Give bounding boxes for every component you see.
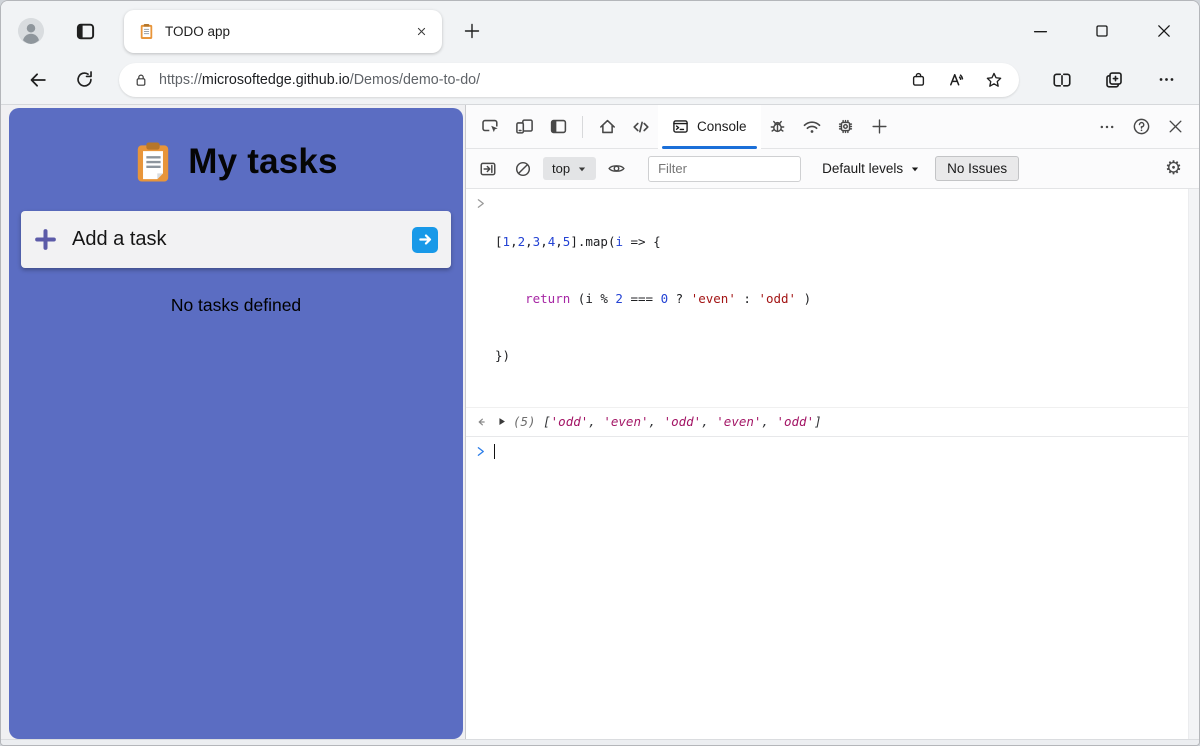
plus-icon	[34, 228, 57, 251]
navigation-bar: https://microsoftedge.github.io/Demos/de…	[1, 61, 1199, 105]
tab-close-icon[interactable]	[410, 20, 432, 42]
split-screen-icon[interactable]	[1043, 64, 1081, 96]
command-code: [1,2,3,4,5].map(i => { return (i % 2 ===…	[495, 194, 811, 403]
tab-favicon-clipboard-icon	[138, 23, 155, 40]
result-return-arrow-icon	[475, 416, 487, 428]
console-result-entry: (5) ['odd', 'even', 'odd', 'even', 'odd'…	[466, 408, 1199, 437]
console-sidebar-icon[interactable]	[473, 154, 503, 184]
expand-triangle-icon[interactable]	[496, 416, 507, 427]
issues-label: No Issues	[947, 161, 1007, 176]
refresh-icon[interactable]	[69, 65, 99, 95]
prompt-chevron-icon	[475, 445, 487, 458]
empty-tasks-message: No tasks defined	[9, 295, 463, 316]
text-cursor	[494, 444, 495, 459]
lock-icon	[133, 72, 149, 88]
console-prompt[interactable]	[466, 437, 1199, 463]
tab-performance-chip-icon[interactable]	[829, 110, 863, 144]
page-title: My tasks	[188, 142, 337, 182]
close-window-button[interactable]	[1149, 16, 1179, 46]
window-controls	[993, 16, 1199, 46]
devtools-panel: Console	[465, 105, 1199, 739]
window-bottom-frame	[1, 739, 1199, 745]
filter-input[interactable]	[648, 156, 801, 182]
address-bar[interactable]: https://microsoftedge.github.io/Demos/de…	[119, 63, 1019, 97]
devtools-more-menu-icon[interactable]	[1090, 110, 1124, 144]
console-settings-gear-icon[interactable]: ⚙	[1155, 155, 1192, 182]
maximize-button[interactable]	[1087, 16, 1117, 46]
tab-console[interactable]: Console	[658, 105, 761, 149]
devtools-tabbar: Console	[466, 105, 1199, 149]
profile-avatar[interactable]	[18, 18, 44, 44]
console-command-entry: [1,2,3,4,5].map(i => { return (i % 2 ===…	[466, 189, 1199, 408]
result-value: (5) ['odd', 'even', 'odd', 'even', 'odd'…	[513, 412, 822, 431]
more-tabs-plus-icon[interactable]	[863, 110, 897, 144]
levels-dropdown[interactable]: Default levels	[818, 157, 924, 180]
favorites-star-icon[interactable]	[975, 65, 1013, 95]
toolbar-separator	[582, 116, 583, 138]
devtools-close-icon[interactable]	[1158, 110, 1192, 144]
tab-actions-menu-icon[interactable]	[70, 16, 100, 46]
app-header: My tasks	[9, 140, 463, 184]
add-task-label: Add a task	[72, 228, 167, 251]
todo-app-card: My tasks Add a task No task	[9, 108, 463, 739]
chevron-down-icon	[910, 164, 920, 174]
issues-counter[interactable]: No Issues	[935, 156, 1019, 181]
browser-window: TODO app	[0, 0, 1200, 746]
url-text: https://microsoftedge.github.io/Demos/de…	[159, 72, 480, 88]
read-aloud-icon[interactable]	[937, 65, 975, 95]
app-available-icon[interactable]	[899, 65, 937, 95]
console-tab-label: Console	[697, 119, 747, 134]
todo-app-page: My tasks Add a task No task	[1, 105, 465, 739]
devtools-window-actions	[1090, 110, 1192, 144]
new-tab-button[interactable]	[456, 15, 488, 47]
clipboard-icon	[134, 140, 172, 184]
tab-elements-code-icon[interactable]	[624, 110, 658, 144]
console-toolbar: top Default levels	[466, 149, 1199, 189]
context-label: top	[552, 161, 570, 176]
devtools-help-icon[interactable]	[1124, 110, 1158, 144]
device-emulation-icon[interactable]	[507, 110, 541, 144]
minimize-button[interactable]	[1025, 16, 1055, 46]
url-host: microsoftedge.github.io	[202, 72, 350, 88]
console-scrollbar[interactable]	[1188, 189, 1199, 739]
browser-tab[interactable]: TODO app	[124, 10, 442, 53]
tab-strip: TODO app	[1, 1, 1199, 61]
tab-title: TODO app	[165, 24, 230, 39]
window-content: My tasks Add a task No task	[1, 105, 1199, 739]
add-task-submit-button[interactable]	[412, 227, 438, 253]
levels-label: Default levels	[822, 161, 903, 176]
settings-more-icon[interactable]	[1147, 64, 1185, 96]
url-path: /Demos/demo-to-do/	[350, 72, 480, 88]
clear-console-icon[interactable]	[508, 154, 538, 184]
console-icon	[672, 118, 689, 135]
context-selector[interactable]: top	[543, 157, 596, 180]
activity-bar-layout-icon[interactable]	[541, 110, 575, 144]
tab-debugger-bug-icon[interactable]	[761, 110, 795, 144]
inspect-element-icon[interactable]	[473, 110, 507, 144]
chevron-down-icon	[577, 164, 587, 174]
add-task-bar[interactable]: Add a task	[21, 211, 451, 268]
person-icon	[18, 18, 44, 44]
tab-welcome-home-icon[interactable]	[590, 110, 624, 144]
url-scheme: https://	[159, 72, 202, 88]
browser-actions	[1029, 64, 1185, 96]
back-icon[interactable]	[23, 65, 53, 95]
collections-icon[interactable]	[1095, 64, 1133, 96]
command-chevron-icon	[475, 197, 487, 210]
tab-network-wifi-icon[interactable]	[795, 110, 829, 144]
console-log[interactable]: [1,2,3,4,5].map(i => { return (i % 2 ===…	[466, 189, 1199, 739]
live-expression-eye-icon[interactable]	[601, 154, 631, 184]
